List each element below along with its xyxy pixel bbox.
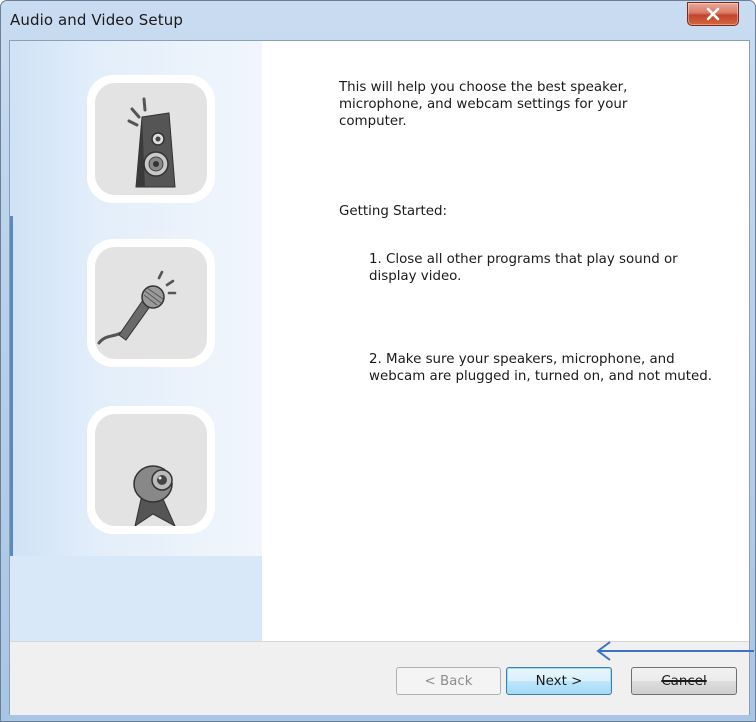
dialog-client-area: This will help you choose the best speak… [9, 40, 750, 715]
sidebar-illustration-panel [10, 41, 262, 641]
step-2-text: 2. Make sure your speakers, microphone, … [369, 352, 712, 384]
sidebar-bottom-band [10, 556, 262, 641]
close-button[interactable] [687, 2, 739, 26]
instructions-panel: This will help you choose the best speak… [262, 41, 749, 641]
title-bar[interactable]: Audio and Video Setup [1, 1, 755, 41]
intro-text: This will help you choose the best speak… [339, 80, 628, 129]
next-button[interactable]: Next > [506, 667, 612, 695]
microphone-icon [97, 270, 177, 345]
step-1-text: 1. Close all other programs that play so… [369, 252, 678, 284]
window-title: Audio and Video Setup [10, 11, 183, 29]
back-button: < Back [396, 667, 501, 695]
cancel-button[interactable]: Cancel [631, 667, 737, 695]
speaker-icon [127, 97, 176, 188]
cancel-button-label: Cancel [661, 674, 707, 689]
microphone-icon-frame [87, 239, 215, 367]
webcam-icon-frame [87, 406, 215, 534]
getting-started-heading: Getting Started: [339, 204, 448, 219]
dialog-window: Audio and Video Setup This will help you… [0, 0, 756, 722]
speaker-icon-frame [87, 75, 215, 203]
button-bar: < Back Next > Cancel [10, 641, 749, 715]
webcam-icon [133, 465, 176, 526]
close-x-icon [706, 7, 720, 21]
